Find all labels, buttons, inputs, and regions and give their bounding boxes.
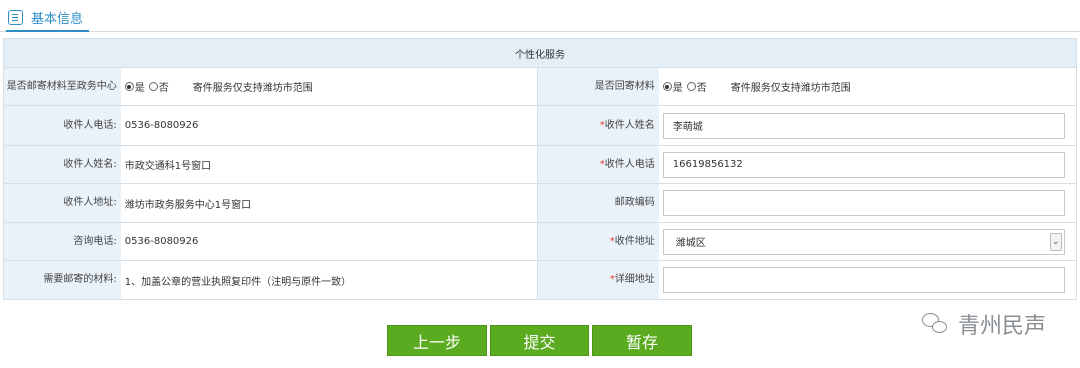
form-row: 是否邮寄材料至政务中心 是 否 寄件服务仅支持潍坊市范围 是否回寄材料 是 否 … (4, 68, 1076, 106)
name-label: 收件人姓名: (4, 146, 121, 183)
recv-phone-input[interactable]: 16619856132 (662, 151, 1065, 178)
form-row: 咨询电话: 0536-8080926 * 收件地址 潍城区 ⌄ (4, 223, 1076, 261)
submit-button[interactable]: 提交 (490, 325, 589, 356)
postcode-input[interactable] (662, 190, 1065, 216)
detail-addr-cell (658, 261, 1076, 299)
recv-addr-cell: 潍城区 ⌄ (658, 223, 1076, 260)
address-label: 收件人地址: (4, 184, 121, 222)
save-draft-button[interactable]: 暂存 (592, 325, 692, 356)
form-row: 需要邮寄的材料: 1、加盖公章的营业执照复印件（注明与原件一致） * 详细地址 (4, 261, 1076, 299)
detail-addr-label: * 详细地址 (538, 261, 659, 299)
consult-value: 0536-8080926 (120, 223, 538, 260)
return-note: 寄件服务仅支持潍坊市范围 (730, 83, 851, 94)
list-icon (8, 9, 23, 25)
tab-label: 基本信息 (31, 11, 84, 27)
personalized-service-form: 个性化服务 是否邮寄材料至政务中心 是 否 寄件服务仅支持潍坊市范围 是否回寄材… (3, 38, 1077, 300)
mail-note: 寄件服务仅支持潍坊市范围 (192, 83, 313, 94)
radio-unchecked-icon (148, 82, 158, 91)
tab-basic-info[interactable]: 基本信息 (6, 4, 90, 32)
mail-to-center-label: 是否邮寄材料至政务中心 (4, 68, 121, 105)
address-value: 潍坊市政务服务中心1号窗口 (120, 184, 538, 222)
action-buttons: 上一步 提交 暂存 (387, 325, 692, 356)
watermark: 青州民声 (921, 308, 1046, 340)
recv-phone-label: * 收件人电话 (538, 146, 659, 183)
phone-value: 0536-8080926 (120, 106, 538, 145)
recv-addr-select[interactable]: 潍城区 ⌄ (662, 228, 1065, 255)
mail-to-center-options: 是 否 寄件服务仅支持潍坊市范围 (120, 68, 538, 105)
return-mail-label: 是否回寄材料 (538, 68, 659, 105)
consult-label: 咨询电话: (4, 223, 121, 260)
postcode-cell (658, 184, 1076, 222)
recv-name-input[interactable]: 李萌城 (662, 112, 1065, 139)
name-value: 市政交通科1号窗口 (120, 146, 538, 183)
tab-bar: 基本信息 (0, 0, 1080, 32)
chevron-down-icon[interactable]: ⌄ (1049, 232, 1062, 251)
form-row: 收件人电话: 0536-8080926 * 收件人姓名 李萌城 (4, 106, 1076, 146)
form-row: 收件人姓名: 市政交通科1号窗口 * 收件人电话 16619856132 (4, 146, 1076, 184)
return-no-radio[interactable]: 否 (686, 79, 707, 94)
detail-addr-input[interactable] (662, 267, 1065, 293)
prev-button[interactable]: 上一步 (387, 325, 487, 356)
radio-checked-icon (124, 82, 134, 91)
watermark-text: 青州民声 (957, 314, 1046, 339)
radio-checked-icon (662, 82, 672, 91)
materials-label: 需要邮寄的材料: (4, 261, 121, 299)
recv-phone-cell: 16619856132 (658, 146, 1076, 183)
radio-unchecked-icon (686, 82, 696, 91)
phone-label: 收件人电话: (4, 106, 121, 145)
wechat-icon (921, 313, 950, 335)
section-title: 个性化服务 (4, 39, 1076, 68)
recv-addr-label: * 收件地址 (538, 223, 659, 260)
mail-yes-radio[interactable]: 是 (124, 79, 145, 94)
form-row: 收件人地址: 潍坊市政务服务中心1号窗口 邮政编码 (4, 184, 1076, 223)
recv-name-cell: 李萌城 (658, 106, 1076, 145)
return-yes-radio[interactable]: 是 (662, 79, 683, 94)
mail-no-radio[interactable]: 否 (148, 79, 169, 94)
postcode-label: 邮政编码 (538, 184, 659, 222)
return-mail-options: 是 否 寄件服务仅支持潍坊市范围 (658, 68, 1076, 105)
recv-name-label: * 收件人姓名 (538, 106, 659, 145)
materials-value: 1、加盖公章的营业执照复印件（注明与原件一致） (120, 261, 538, 299)
recv-addr-selected: 潍城区 (675, 238, 706, 249)
